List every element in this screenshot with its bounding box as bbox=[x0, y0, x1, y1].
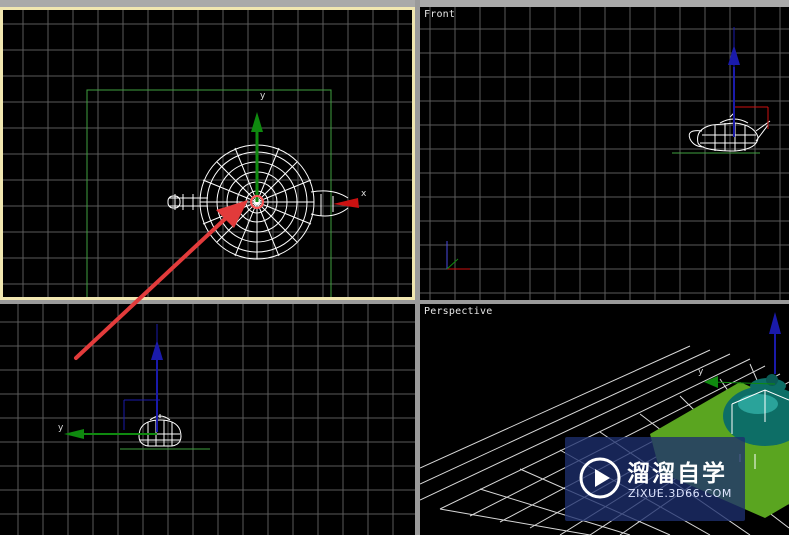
y-axis-label: y bbox=[260, 91, 266, 101]
teapot-shaded[interactable] bbox=[723, 374, 789, 446]
y-axis-label: y bbox=[698, 367, 704, 377]
viewport-left[interactable]: y bbox=[0, 304, 415, 535]
y-axis-label: y bbox=[58, 423, 64, 433]
z-axis-arrow[interactable] bbox=[769, 312, 781, 334]
viewport-front-label[interactable]: Front bbox=[424, 9, 455, 20]
viewport-left-canvas: y bbox=[0, 304, 415, 535]
x-axis-label: x bbox=[361, 189, 367, 199]
grid bbox=[3, 10, 412, 297]
watermark: 溜溜自学 ZIXUE.3D66.COM bbox=[565, 437, 745, 521]
viewport-front-canvas bbox=[420, 7, 789, 300]
viewport-perspective-label[interactable]: Perspective bbox=[424, 306, 492, 317]
toolbar-strip bbox=[0, 0, 789, 7]
play-logo-icon bbox=[579, 457, 621, 499]
watermark-title: 溜溜自学 bbox=[627, 461, 727, 487]
bounding-box bbox=[86, 89, 332, 297]
grid bbox=[0, 304, 415, 535]
viewport-front[interactable]: Front bbox=[420, 7, 789, 300]
y-axis-arrow[interactable] bbox=[251, 112, 263, 132]
watermark-subtitle: ZIXUE.3D66.COM bbox=[628, 487, 733, 500]
y-axis-arrow[interactable] bbox=[64, 429, 84, 439]
viewport-splitter-horizontal[interactable] bbox=[0, 300, 789, 304]
viewport-top-canvas: y x bbox=[3, 10, 412, 297]
viewport-splitter-vertical[interactable] bbox=[415, 0, 420, 535]
teapot-wireframe-left[interactable] bbox=[138, 414, 182, 447]
viewport-top[interactable]: y x bbox=[0, 7, 415, 300]
